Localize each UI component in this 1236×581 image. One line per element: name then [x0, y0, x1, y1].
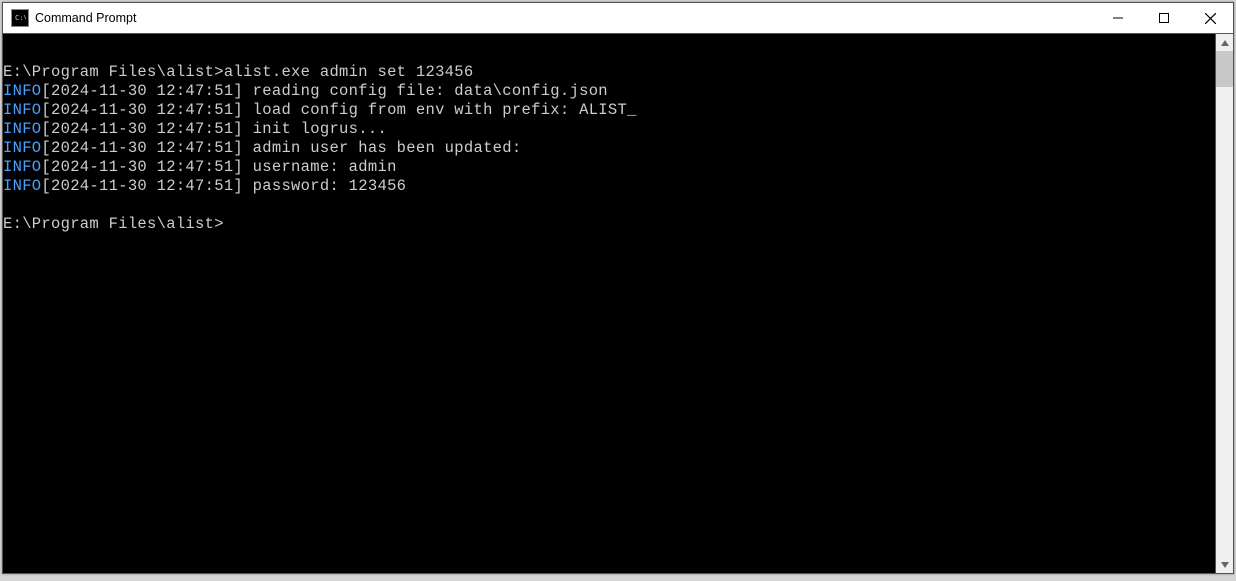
scroll-down-button[interactable]	[1216, 556, 1233, 573]
title-bar[interactable]: C:\ Command Prompt	[3, 3, 1233, 34]
close-button[interactable]	[1187, 3, 1233, 33]
cmd-icon: C:\	[11, 9, 29, 27]
maximize-button[interactable]	[1141, 3, 1187, 33]
log-line: INFO[2024-11-30 12:47:51] admin user has…	[3, 139, 522, 157]
window-title: Command Prompt	[35, 11, 136, 25]
log-line: INFO[2024-11-30 12:47:51] reading config…	[3, 82, 608, 100]
prompt-line: E:\Program Files\alist>alist.exe admin s…	[3, 63, 473, 81]
terminal-output[interactable]: E:\Program Files\alist>alist.exe admin s…	[3, 34, 1215, 573]
log-line: INFO[2024-11-30 12:47:51] load config fr…	[3, 101, 637, 119]
vertical-scrollbar[interactable]	[1215, 34, 1233, 573]
scrollbar-thumb[interactable]	[1216, 51, 1233, 87]
svg-text:C:\: C:\	[15, 14, 26, 22]
log-line: INFO[2024-11-30 12:47:51] init logrus...	[3, 120, 387, 138]
scrollbar-track[interactable]	[1216, 51, 1233, 556]
command-prompt-window: C:\ Command Prompt E:\Program Files\alis…	[2, 2, 1234, 574]
log-line: INFO[2024-11-30 12:47:51] username: admi…	[3, 158, 397, 176]
client-area: E:\Program Files\alist>alist.exe admin s…	[3, 34, 1233, 573]
prompt-line[interactable]: E:\Program Files\alist>	[3, 215, 224, 233]
scroll-up-button[interactable]	[1216, 34, 1233, 51]
minimize-button[interactable]	[1095, 3, 1141, 33]
log-line: INFO[2024-11-30 12:47:51] password: 1234…	[3, 177, 406, 195]
